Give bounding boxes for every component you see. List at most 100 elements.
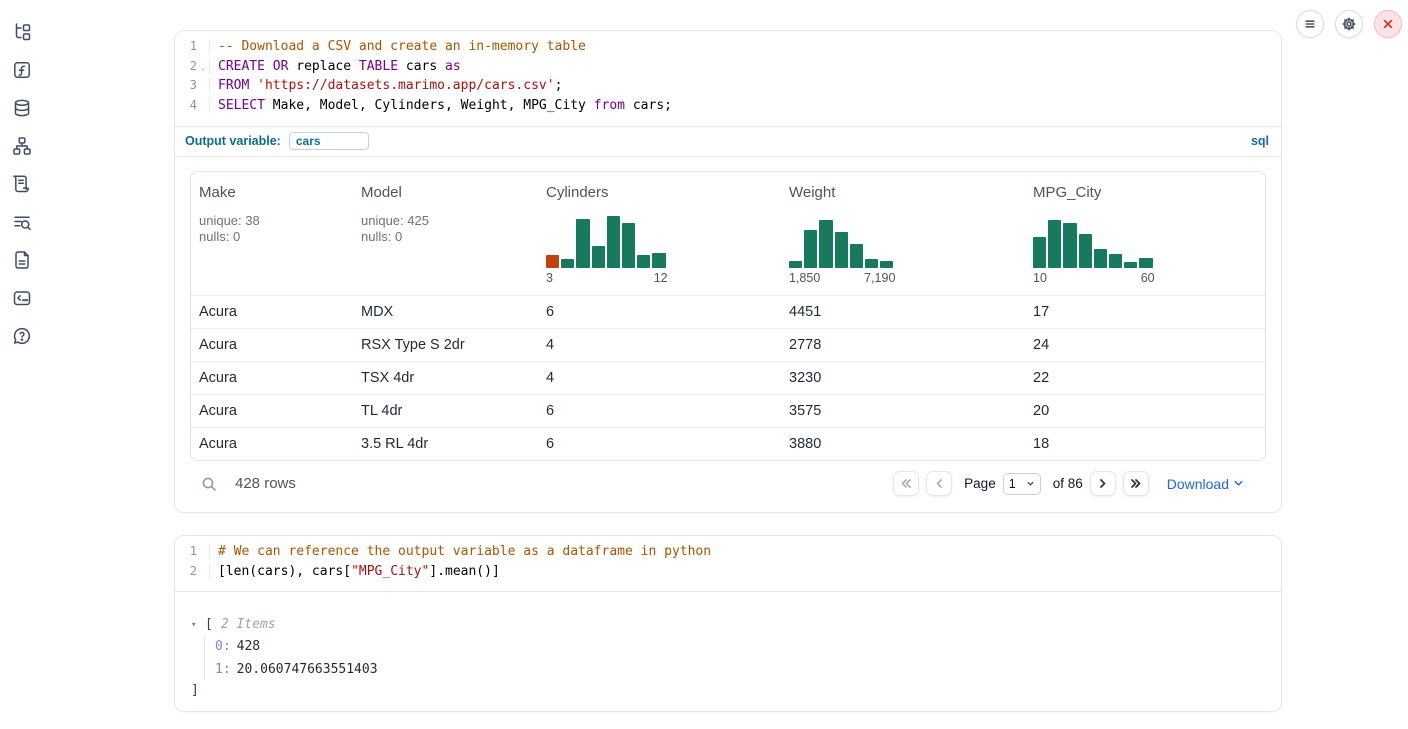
sidebar-button-snippets[interactable] — [11, 287, 33, 309]
next-page-button[interactable] — [1090, 471, 1116, 496]
close-button[interactable] — [1374, 10, 1402, 38]
language-tag[interactable]: sql — [1251, 134, 1269, 148]
histogram-axis: 1060 — [1033, 271, 1155, 285]
column-name: Make — [199, 184, 345, 201]
histogram-bar — [865, 259, 878, 268]
sidebar-button-database[interactable] — [11, 97, 33, 119]
collapse-caret-icon[interactable]: ▾ — [191, 620, 203, 630]
code-token: -- Download a CSV and create an in-memor… — [218, 39, 586, 54]
chevron-right-icon — [1096, 477, 1109, 490]
download-button[interactable]: Download — [1167, 476, 1244, 492]
histogram-bar — [819, 220, 832, 268]
table-cell: 17 — [1025, 296, 1265, 328]
output-variable-strip: Output variable: sql — [175, 127, 1281, 156]
previous-page-button[interactable] — [926, 471, 952, 496]
pagination-controls: Page 1 of 86 — [893, 471, 1149, 496]
open-bracket: [ — [205, 617, 213, 632]
chevron-left-icon — [933, 477, 946, 490]
code-token: SELECT — [218, 98, 265, 113]
histogram-bar — [1048, 220, 1061, 268]
table-row[interactable]: AcuraTSX 4dr4323022 — [191, 361, 1265, 394]
column-histogram: 312 — [546, 214, 773, 285]
table-cell: 3880 — [781, 428, 1025, 460]
histogram-bar — [789, 261, 802, 268]
histogram-bar — [592, 246, 605, 268]
table-cell: 22 — [1025, 362, 1265, 394]
stat-line: unique: 425 — [361, 213, 530, 230]
line-gutter: 2 — [175, 564, 209, 578]
column-histogram: 1060 — [1033, 214, 1257, 285]
table-row[interactable]: AcuraRSX Type S 2dr4277824 — [191, 328, 1265, 361]
column-stats: unique: 38nulls: 0 — [199, 213, 345, 246]
chevrons-left-icon — [899, 477, 913, 490]
column-header-model[interactable]: Modelunique: 425nulls: 0 — [353, 172, 538, 295]
axis-max-label: 60 — [1141, 271, 1155, 285]
histogram-bar — [652, 253, 665, 268]
file-tree-icon — [12, 22, 32, 42]
last-page-button[interactable] — [1123, 471, 1149, 496]
table-cell: MDX — [353, 296, 538, 328]
page-number-value: 1 — [1009, 477, 1016, 491]
histogram-bar — [1094, 249, 1107, 268]
sql-cell-output: Make unique: 38nulls: 0Modelunique: 425nu… — [175, 157, 1281, 507]
left-icon-sidebar — [0, 0, 44, 729]
chevron-down-icon — [1233, 479, 1244, 488]
column-header-weight[interactable]: Weight 1,8507,190 — [781, 172, 1025, 295]
code-token: "MPG_City" — [351, 564, 429, 579]
line-number: 4 — [175, 98, 197, 112]
sidebar-button-function[interactable] — [11, 59, 33, 81]
table-body: AcuraMDX6445117AcuraRSX Type S 2dr427782… — [191, 295, 1265, 460]
code-token: OR — [273, 59, 289, 74]
close-icon — [1380, 16, 1396, 32]
histogram-bar — [1079, 234, 1092, 268]
output-variable-input[interactable] — [289, 132, 369, 150]
python-cell-editor[interactable]: 1# We can reference the output variable … — [175, 536, 1281, 591]
column-name: Cylinders — [546, 184, 773, 201]
table-search-button[interactable] — [198, 473, 220, 495]
sidebar-button-dependency-graph[interactable] — [11, 135, 33, 157]
sidebar-button-document[interactable] — [11, 249, 33, 271]
table-row[interactable]: Acura3.5 RL 4dr6388018 — [191, 427, 1265, 460]
column-header-cylinders[interactable]: Cylinders 312 — [538, 172, 781, 295]
histogram-bar — [835, 232, 848, 268]
sidebar-button-help[interactable] — [11, 325, 33, 347]
first-page-button[interactable] — [893, 471, 919, 496]
sidebar-button-scroll[interactable] — [11, 173, 33, 195]
line-gutter: 4 — [175, 98, 209, 112]
menu-button[interactable] — [1296, 10, 1324, 38]
histogram-bar — [1063, 223, 1076, 268]
sidebar-button-list-search[interactable] — [11, 211, 33, 233]
data-table-card: Make unique: 38nulls: 0Modelunique: 425nu… — [190, 171, 1266, 461]
page-number-select[interactable]: 1 — [1003, 473, 1041, 495]
code-token: ; — [555, 78, 563, 93]
code-token: as — [445, 59, 461, 74]
column-header-mpg_city[interactable]: MPG_City1060 — [1025, 172, 1265, 295]
table-cell: Acura — [191, 329, 353, 361]
table-cell: 3.5 RL 4dr — [353, 428, 538, 460]
code-line: 3FROM 'https://datasets.marimo.app/cars.… — [175, 78, 1281, 98]
column-name: Weight — [789, 184, 1017, 201]
sql-cell-editor[interactable]: 1-- Download a CSV and create an in-memo… — [175, 31, 1281, 126]
tree-entry-value: 20.060747663551403 — [237, 662, 378, 677]
table-row[interactable]: AcuraTL 4dr6357520 — [191, 394, 1265, 427]
table-cell: RSX Type S 2dr — [353, 329, 538, 361]
tree-entries: 0:4281:20.060747663551403 — [204, 635, 1267, 680]
table-cell: 3575 — [781, 395, 1025, 427]
column-header-make[interactable]: Make unique: 38nulls: 0 — [191, 172, 353, 295]
histogram-axis: 1,8507,190 — [789, 271, 895, 285]
python-cell: 1# We can reference the output variable … — [174, 535, 1282, 712]
code-token: 'https://datasets.marimo.app/cars.csv' — [257, 78, 554, 93]
table-cell: Acura — [191, 428, 353, 460]
sidebar-button-file-tree[interactable] — [11, 21, 33, 43]
line-number: 1 — [175, 544, 197, 558]
notebook-top-controls — [1296, 10, 1402, 38]
line-gutter: 3 — [175, 78, 209, 92]
table-row[interactable]: AcuraMDX6445117 — [191, 295, 1265, 328]
axis-min-label: 1,850 — [789, 271, 820, 285]
histogram-bar — [637, 255, 650, 268]
items-count-label: 2 Items — [221, 617, 276, 632]
fold-caret-icon[interactable]: ⌄ — [197, 64, 209, 72]
table-cell: 24 — [1025, 329, 1265, 361]
histogram-bar — [1109, 254, 1122, 268]
settings-button[interactable] — [1335, 10, 1363, 38]
